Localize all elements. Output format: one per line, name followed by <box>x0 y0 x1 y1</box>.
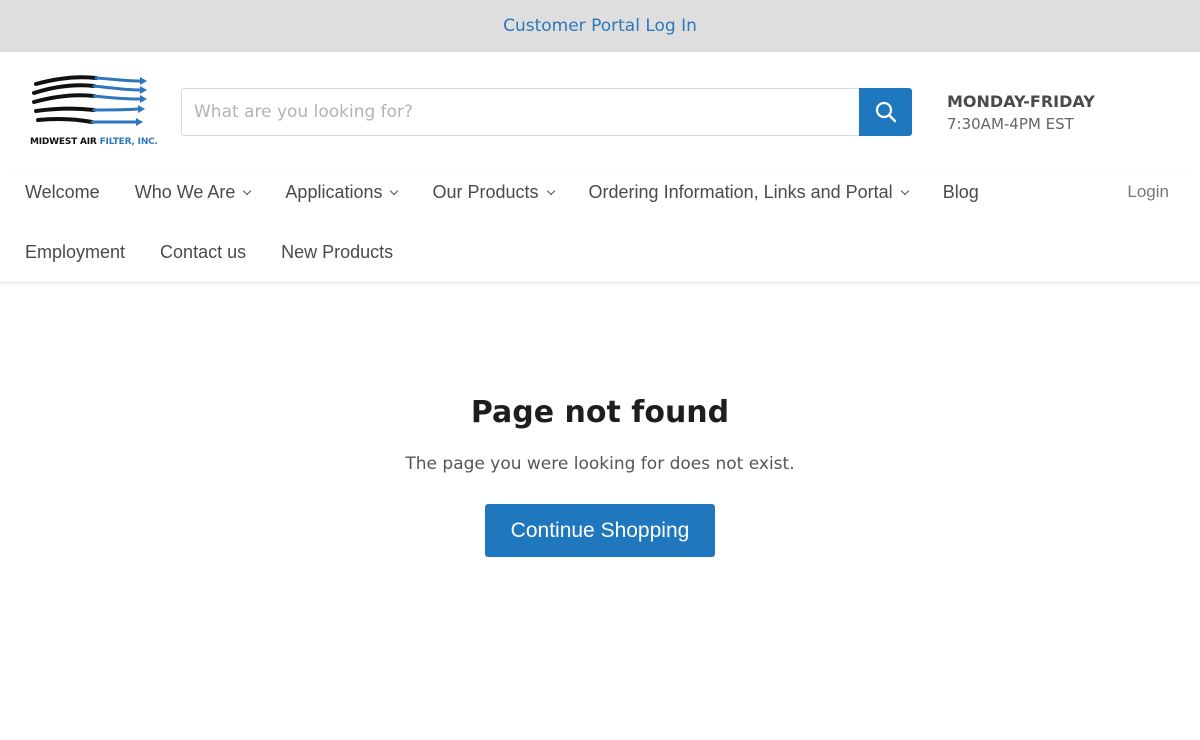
search-button[interactable] <box>859 88 912 136</box>
nav-row-2: Employment Contact us New Products <box>25 234 428 270</box>
nav-item-label: Blog <box>942 181 979 202</box>
nav-item-label: Ordering Information, Links and Portal <box>588 181 893 202</box>
announcement-bar: Customer Portal Log In <box>0 0 1200 52</box>
nav-item-label: Applications <box>285 181 383 202</box>
logo-text-blue: FILTER, INC. <box>99 137 158 147</box>
logo-arrows-icon <box>32 75 147 126</box>
error-message: The page you were looking for does not e… <box>405 454 795 474</box>
nav-item-blog[interactable]: Blog <box>943 182 979 203</box>
continue-shopping-button[interactable]: Continue Shopping <box>485 504 715 557</box>
search-icon <box>875 101 896 123</box>
nav-item-label: Contact us <box>160 241 247 262</box>
search-input[interactable] <box>181 88 859 136</box>
nav-item-label: Our Products <box>432 181 539 202</box>
nav-item-our-products[interactable]: Our Products <box>432 181 555 203</box>
nav-item-label: Who We Are <box>134 181 236 202</box>
nav-item-contact-us[interactable]: Contact us <box>160 242 246 263</box>
main-content: Page not found The page you were looking… <box>0 283 1200 557</box>
nav-item-label: Welcome <box>25 181 100 202</box>
logo-text: MIDWEST AIR FILTER, INC. <box>30 137 158 147</box>
chevron-down-icon <box>900 186 909 195</box>
nav-item-new-products[interactable]: New Products <box>281 242 393 263</box>
nav-item-label: Employment <box>25 241 126 262</box>
nav-item-label: New Products <box>281 241 394 262</box>
nav-item-who-we-are[interactable]: Who We Are <box>134 181 252 203</box>
customer-portal-link[interactable]: Customer Portal Log In <box>503 16 697 36</box>
nav-item-applications[interactable]: Applications <box>285 181 399 203</box>
logo-text-black: MIDWEST AIR <box>30 137 100 147</box>
site-logo[interactable]: MIDWEST AIR FILTER, INC. <box>28 74 158 154</box>
search-bar <box>181 88 912 136</box>
page-title: Page not found <box>470 395 730 430</box>
nav-item-ordering-information[interactable]: Ordering Information, Links and Portal <box>588 181 909 203</box>
nav-row-1: Welcome Who We Are Applications Our Prod… <box>25 174 1014 210</box>
business-hours: MONDAY-FRIDAY 7:30AM-4PM EST <box>947 92 1095 133</box>
main-navigation: Welcome Who We Are Applications Our Prod… <box>0 172 1200 283</box>
chevron-down-icon <box>390 186 399 195</box>
hours-days: MONDAY-FRIDAY <box>947 92 1095 111</box>
site-header: MIDWEST AIR FILTER, INC. MONDAY-FRIDAY 7… <box>0 52 1200 172</box>
hours-time: 7:30AM-4PM EST <box>947 115 1074 133</box>
nav-item-welcome[interactable]: Welcome <box>25 182 100 203</box>
chevron-down-icon <box>243 186 252 195</box>
chevron-down-icon <box>546 186 555 195</box>
login-link[interactable]: Login <box>1127 182 1169 202</box>
nav-item-employment[interactable]: Employment <box>25 242 125 263</box>
